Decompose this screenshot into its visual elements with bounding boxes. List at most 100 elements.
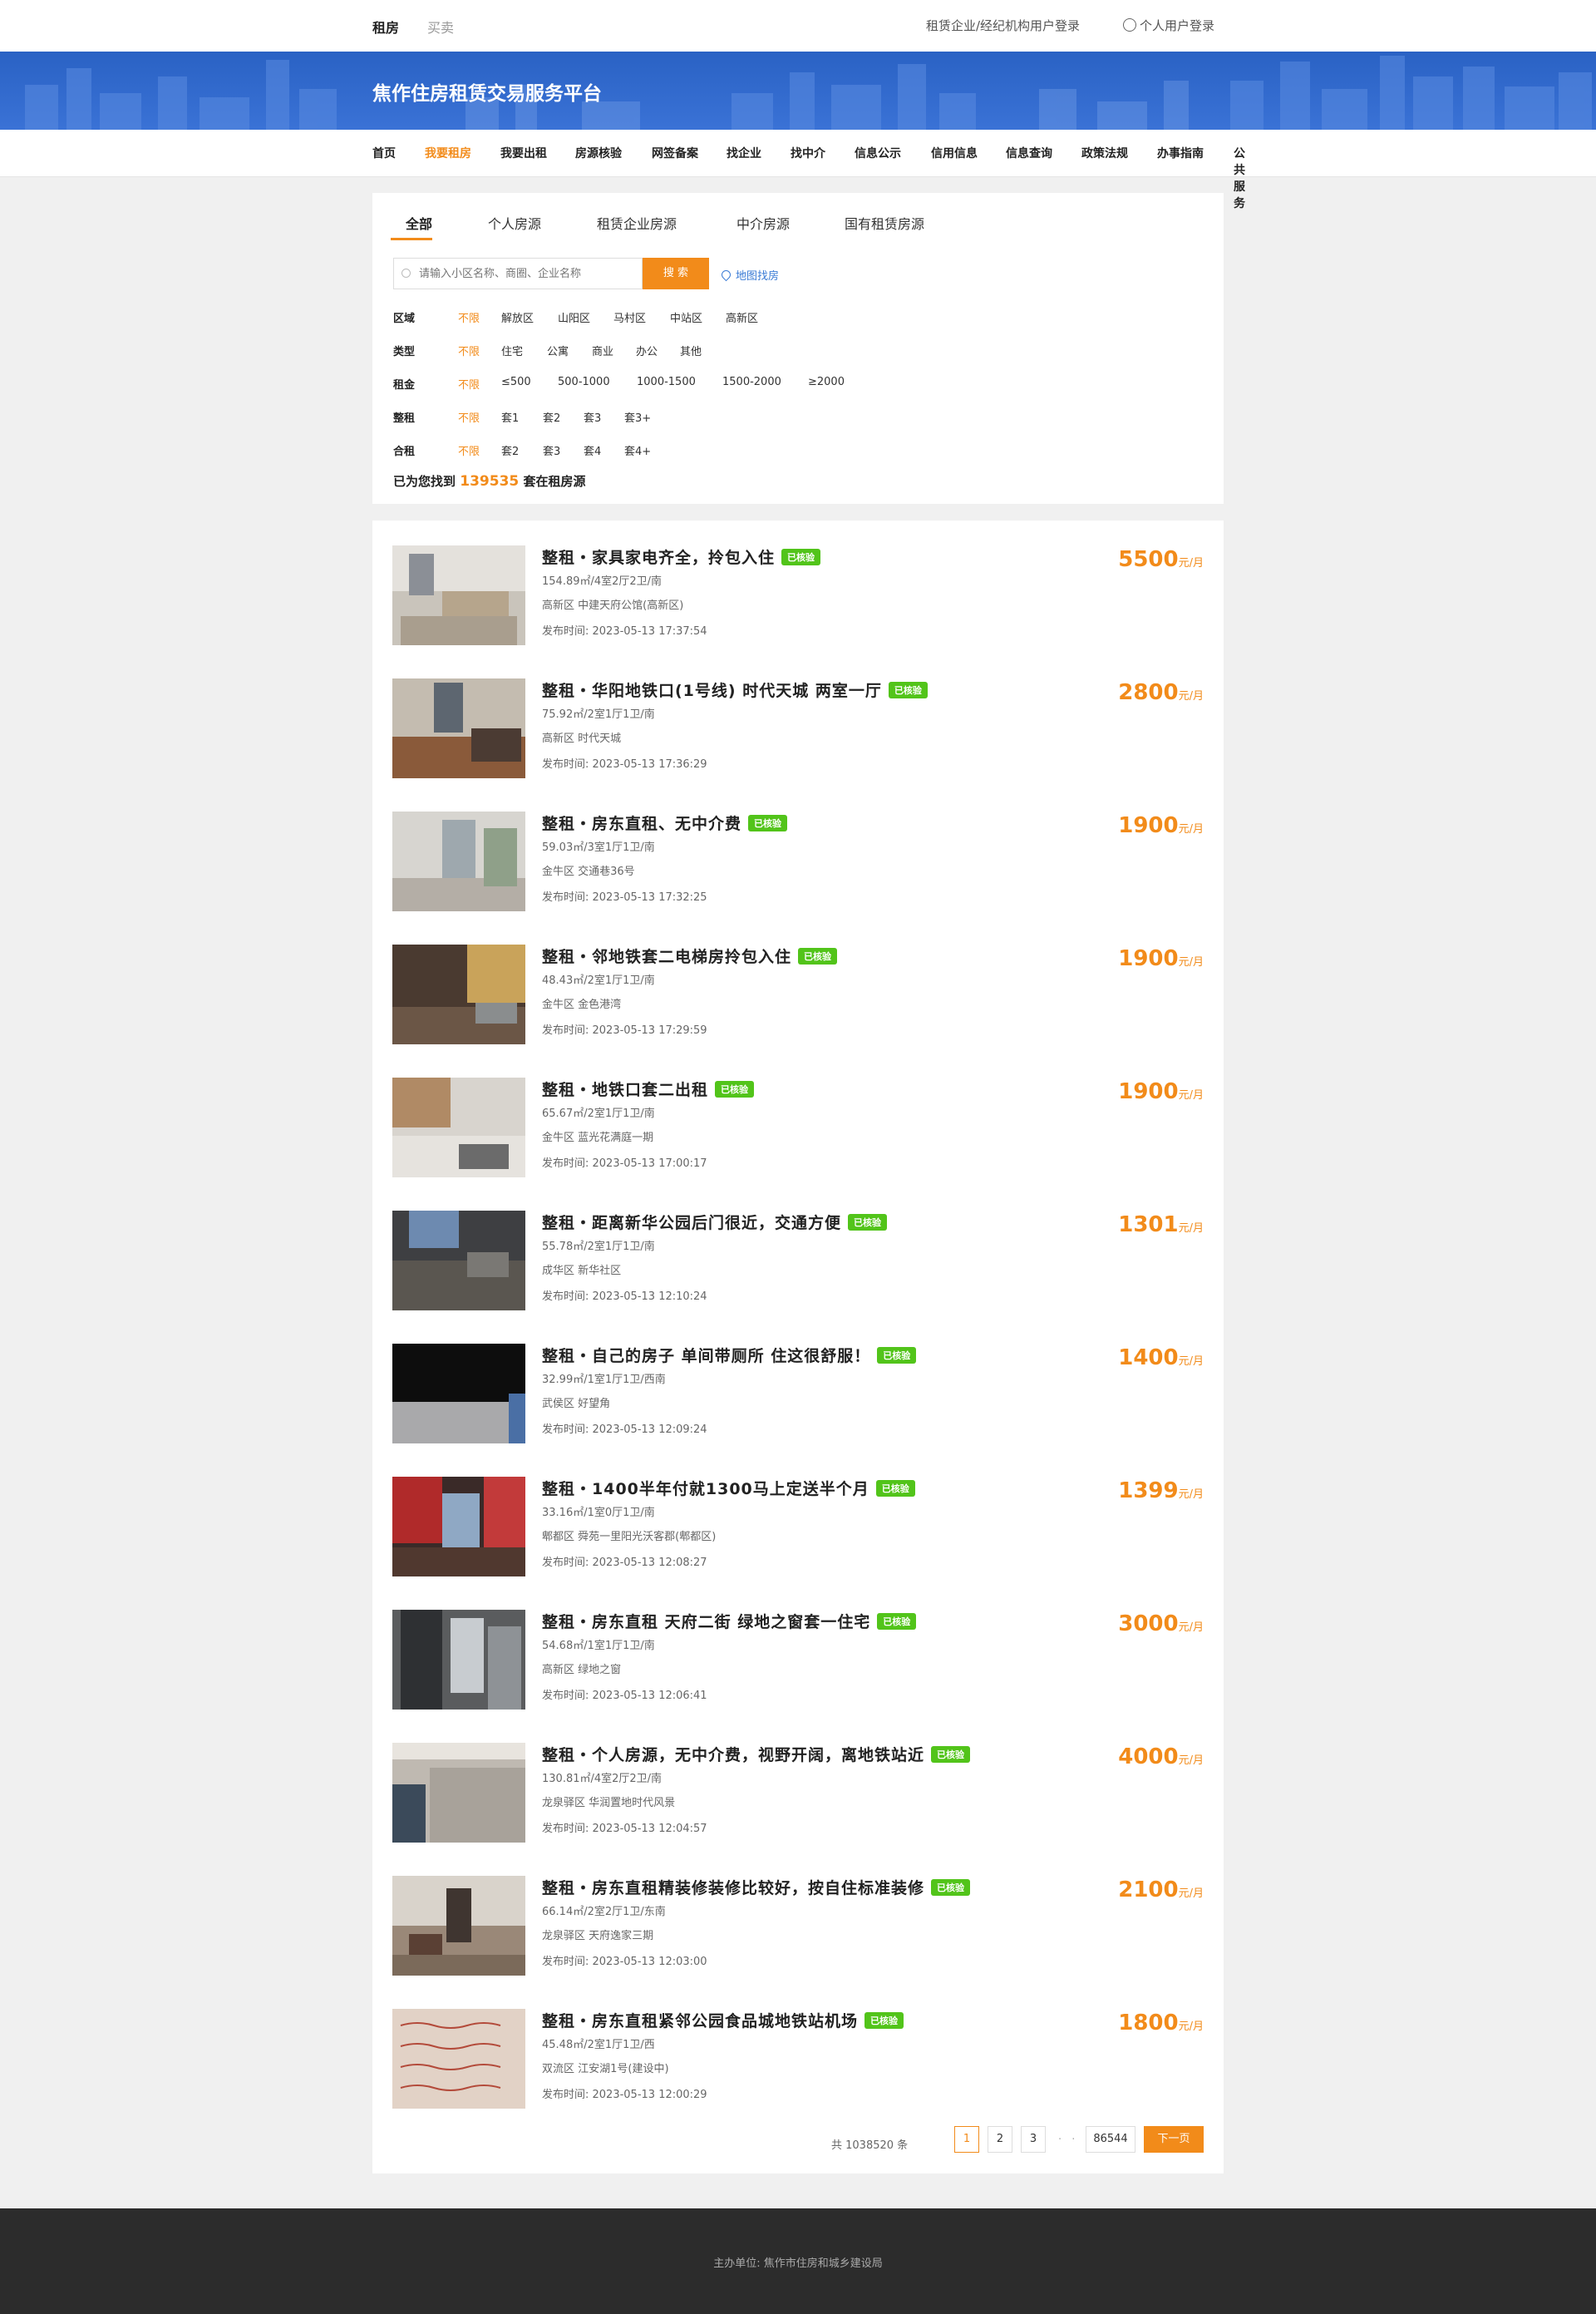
- nav-item-query[interactable]: 信息查询: [1006, 145, 1052, 161]
- nav-item-companies[interactable]: 找企业: [727, 145, 761, 161]
- filter-option[interactable]: 500-1000: [558, 376, 610, 388]
- filter-option[interactable]: 不限: [458, 343, 480, 358]
- tab-agency[interactable]: 中介房源: [736, 213, 790, 233]
- listing-item[interactable]: 整租・邻地铁套二电梯房拎包入住 已核验 48.43㎡/2室1厅1卫/南 金牛区 金…: [392, 945, 1204, 1048]
- listing-photo[interactable]: [392, 2009, 525, 2109]
- listing-item[interactable]: 整租・华阳地铁口(1号线) 时代天城 两室一厅 已核验 75.92㎡/2室1厅1卫…: [392, 678, 1204, 782]
- filter-option[interactable]: 不限: [458, 309, 480, 325]
- tab-all[interactable]: 全部: [406, 213, 432, 233]
- nav-item-home[interactable]: 首页: [372, 145, 396, 161]
- filter-option[interactable]: 高新区: [726, 309, 758, 325]
- listing-photo[interactable]: [392, 1876, 525, 1976]
- listing-photo[interactable]: [392, 1477, 525, 1576]
- listing-photo[interactable]: [392, 678, 525, 778]
- price-value: 1900: [1118, 946, 1179, 971]
- page-button-last[interactable]: 86544: [1086, 2126, 1135, 2153]
- listing-item[interactable]: 整租・房东直租紧邻公园食品城地铁站机场 已核验 45.48㎡/2室1厅1卫/西 双…: [392, 2009, 1204, 2112]
- filter-option[interactable]: 马村区: [613, 309, 646, 325]
- listing-item[interactable]: 整租・房东直租、无中介费 已核验 59.03㎡/3室1厅1卫/南 金牛区 交通巷3…: [392, 812, 1204, 915]
- nav-item-policy[interactable]: 政策法规: [1081, 145, 1128, 161]
- tab-buy-sell[interactable]: 买卖: [427, 17, 454, 37]
- listing-title[interactable]: 整租・个人房源，无中介费，视野开阔，离地铁站近 已核验: [542, 1743, 971, 1765]
- listing-item[interactable]: 整租・地铁口套二出租 已核验 65.67㎡/2室1厅1卫/南 金牛区 蓝光花满庭一…: [392, 1078, 1204, 1181]
- listing-title[interactable]: 整租・房东直租 天府二街 绿地之窗套一住宅 已核验: [542, 1610, 917, 1632]
- listing-title[interactable]: 整租・华阳地铁口(1号线) 时代天城 两室一厅 已核验: [542, 678, 928, 701]
- nav-item-verify[interactable]: 房源核验: [575, 145, 622, 161]
- listing-title[interactable]: 整租・邻地铁套二电梯房拎包入住 已核验: [542, 945, 838, 967]
- page-button-1[interactable]: 1: [954, 2126, 979, 2153]
- filter-option[interactable]: 不限: [458, 442, 480, 458]
- listing-photo[interactable]: [392, 945, 525, 1044]
- listing-photo[interactable]: [392, 1610, 525, 1710]
- nav-item-guide[interactable]: 办事指南: [1157, 145, 1204, 161]
- filter-option[interactable]: 山阳区: [558, 309, 590, 325]
- listing-title[interactable]: 整租・家具家电齐全，拎包入住 已核验: [542, 545, 821, 568]
- nav-item-filing[interactable]: 网签备案: [652, 145, 698, 161]
- nav-item-public-info[interactable]: 信息公示: [855, 145, 901, 161]
- nav-item-credit[interactable]: 信用信息: [931, 145, 978, 161]
- filter-option[interactable]: 其他: [680, 343, 702, 358]
- listing-price: 1900元/月: [1118, 946, 1204, 971]
- listing-item[interactable]: 整租・距离新华公园后门很近，交通方便 已核验 55.78㎡/2室1厅1卫/南 成华…: [392, 1211, 1204, 1314]
- listing-title[interactable]: 整租・1400半年付就1300马上定送半个月 已核验: [542, 1477, 915, 1499]
- listing-photo[interactable]: [392, 1743, 525, 1843]
- tab-state-owned[interactable]: 国有租赁房源: [845, 213, 924, 233]
- tab-rent[interactable]: 租房: [372, 17, 399, 37]
- filter-option[interactable]: 商业: [592, 343, 613, 358]
- filter-option[interactable]: 套3: [584, 409, 601, 425]
- listing-spec: 75.92㎡/2室1厅1卫/南: [542, 708, 655, 721]
- nav-item-public-service[interactable]: 公共服务: [1234, 145, 1245, 211]
- filter-option[interactable]: 1500-2000: [722, 376, 781, 388]
- listing-item[interactable]: 整租・房东直租精装修装修比较好，按自住标准装修 已核验 66.14㎡/2室2厅1卫…: [392, 1876, 1204, 1979]
- listing-photo[interactable]: [392, 545, 525, 645]
- listing-title[interactable]: 整租・房东直租精装修装修比较好，按自住标准装修 已核验: [542, 1876, 971, 1898]
- listing-item[interactable]: 整租・家具家电齐全，拎包入住 已核验 154.89㎡/4室2厅2卫/南 高新区 中…: [392, 545, 1204, 649]
- listing-photo[interactable]: [392, 1211, 525, 1310]
- listing-title[interactable]: 整租・距离新华公园后门很近，交通方便 已核验: [542, 1211, 888, 1233]
- listing-title[interactable]: 整租・房东直租、无中介费 已核验: [542, 812, 788, 834]
- banner: 焦作住房租赁交易服务平台: [0, 52, 1596, 130]
- filter-option[interactable]: 不限: [458, 409, 480, 425]
- filter-option[interactable]: 套1: [501, 409, 519, 425]
- listing-item[interactable]: 整租・个人房源，无中介费，视野开阔，离地铁站近 已核验 130.81㎡/4室2厅2…: [392, 1743, 1204, 1846]
- filter-option[interactable]: 住宅: [501, 343, 523, 358]
- tab-enterprise[interactable]: 租赁企业房源: [597, 213, 677, 233]
- filter-option[interactable]: 套4+: [624, 442, 651, 458]
- map-search-link[interactable]: 地图找房: [719, 267, 780, 283]
- page-button-2[interactable]: 2: [988, 2126, 1012, 2153]
- listing-title[interactable]: 整租・自己的房子 单间带厕所 住这很舒服！ 已核验: [542, 1344, 917, 1366]
- personal-login-link[interactable]: 个人用户登录: [1123, 17, 1214, 34]
- nav-item-agents[interactable]: 找中介: [791, 145, 825, 161]
- filter-option[interactable]: 套2: [501, 442, 519, 458]
- listing-item[interactable]: 整租・房东直租 天府二街 绿地之窗套一住宅 已核验 54.68㎡/1室1厅1卫/南…: [392, 1610, 1204, 1713]
- filter-option[interactable]: 套3+: [624, 409, 651, 425]
- nav-item-lease-out[interactable]: 我要出租: [500, 145, 547, 161]
- filter-option[interactable]: 套4: [584, 442, 601, 458]
- filter-option[interactable]: 公寓: [547, 343, 569, 358]
- listing-photo[interactable]: [392, 812, 525, 911]
- listing-photo[interactable]: [392, 1344, 525, 1443]
- map-search-label: 地图找房: [736, 270, 780, 283]
- filter-option[interactable]: 套2: [543, 409, 560, 425]
- tab-personal[interactable]: 个人房源: [488, 213, 541, 233]
- search-button[interactable]: 搜 索: [643, 258, 709, 289]
- filter-option[interactable]: 解放区: [501, 309, 534, 325]
- filter-option[interactable]: ≤500: [501, 376, 531, 388]
- page-button-3[interactable]: 3: [1021, 2126, 1046, 2153]
- next-page-button[interactable]: 下一页: [1144, 2126, 1204, 2153]
- listing-photo[interactable]: [392, 1078, 525, 1177]
- listing-title-text: 整租・房东直租 天府二街 绿地之窗套一住宅: [542, 1613, 871, 1631]
- filter-option[interactable]: 套3: [543, 442, 560, 458]
- listing-item[interactable]: 整租・1400半年付就1300马上定送半个月 已核验 33.16㎡/1室0厅1卫/…: [392, 1477, 1204, 1580]
- company-login-link[interactable]: 租赁企业/经纪机构用户登录: [926, 17, 1080, 34]
- listing-title[interactable]: 整租・地铁口套二出租 已核验: [542, 1078, 755, 1100]
- filter-option[interactable]: 中站区: [670, 309, 702, 325]
- filter-option[interactable]: 1000-1500: [637, 376, 696, 388]
- filter-option[interactable]: 不限: [458, 376, 480, 392]
- nav-item-rent-house[interactable]: 我要租房: [425, 145, 471, 161]
- filter-option[interactable]: ≥2000: [808, 376, 845, 388]
- listing-title[interactable]: 整租・房东直租紧邻公园食品城地铁站机场 已核验: [542, 2009, 904, 2031]
- listing-item[interactable]: 整租・自己的房子 单间带厕所 住这很舒服！ 已核验 32.99㎡/1室1厅1卫/西…: [392, 1344, 1204, 1447]
- filter-option[interactable]: 办公: [636, 343, 658, 358]
- search-input[interactable]: [394, 259, 645, 289]
